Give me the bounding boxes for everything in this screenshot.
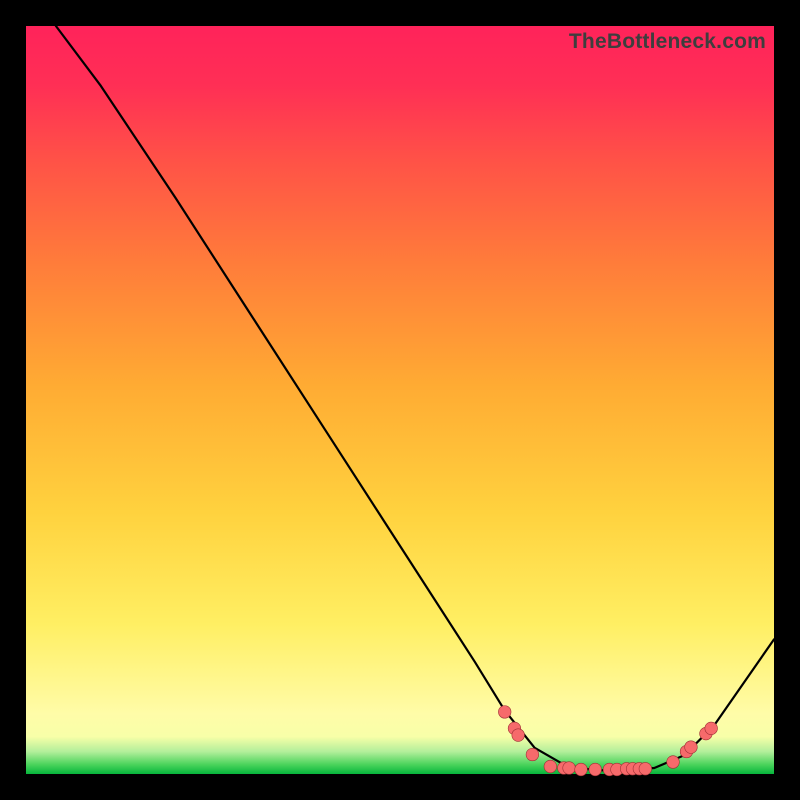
- data-point: [685, 741, 698, 754]
- curve-line: [56, 26, 774, 770]
- data-point: [639, 762, 652, 775]
- data-point: [705, 722, 718, 735]
- data-point: [563, 762, 576, 775]
- data-point: [544, 760, 557, 773]
- data-point: [667, 756, 680, 769]
- chart-overlay: [26, 26, 774, 774]
- data-point: [526, 748, 539, 761]
- data-point: [512, 729, 525, 742]
- data-point: [498, 706, 511, 719]
- data-point: [589, 763, 602, 776]
- chart-frame: TheBottleneck.com: [0, 0, 800, 800]
- marker-layer: [498, 706, 717, 776]
- plot-area: TheBottleneck.com: [26, 26, 774, 774]
- data-point: [575, 763, 588, 776]
